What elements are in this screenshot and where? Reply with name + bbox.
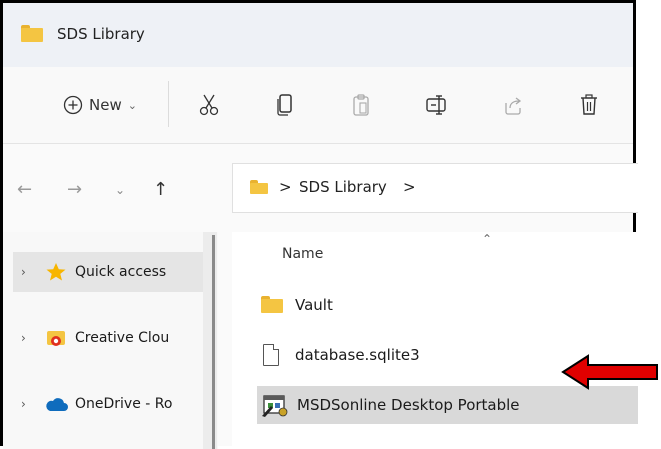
file-name: database.sqlite3	[295, 346, 420, 364]
title-bar: SDS Library	[3, 3, 633, 67]
sort-ascending-icon: ⌃	[482, 232, 493, 246]
new-button-label: New	[89, 96, 122, 114]
file-row-vault[interactable]: Vault	[257, 286, 638, 324]
sidebar-item-quick-access[interactable]: › Quick access	[13, 252, 203, 292]
chevron-right-icon[interactable]: ›	[13, 331, 41, 345]
toolbar-separator	[168, 81, 169, 127]
copy-button[interactable]	[265, 67, 305, 143]
chevron-right-icon[interactable]: ›	[13, 265, 41, 279]
file-name: MSDSonline Desktop Portable	[297, 396, 520, 414]
breadcrumb-separator[interactable]: >	[403, 178, 416, 196]
scissors-icon	[199, 94, 219, 116]
command-bar: New ⌄	[3, 67, 633, 144]
back-arrow-icon[interactable]: ←	[17, 179, 32, 200]
sidebar-item-label: Quick access	[75, 264, 167, 280]
folder-icon	[21, 25, 43, 42]
onedrive-cloud-icon	[46, 398, 68, 411]
plus-circle-icon	[63, 95, 83, 115]
folder-icon	[250, 180, 268, 194]
application-icon	[262, 395, 288, 417]
paste-icon	[353, 94, 369, 116]
delete-button[interactable]	[569, 67, 609, 143]
red-annotation-arrow-icon	[561, 354, 658, 390]
share-icon	[505, 97, 522, 115]
chevron-down-icon: ⌄	[127, 98, 137, 112]
navigation-pane: › Quick access › Creative Clou › OneDriv…	[3, 232, 218, 449]
window-title: SDS Library	[57, 25, 145, 43]
copy-icon	[277, 94, 292, 116]
recent-locations-chevron-icon[interactable]: ⌄	[115, 183, 125, 197]
new-button[interactable]: New ⌄	[39, 67, 161, 143]
chevron-right-icon[interactable]: ›	[13, 397, 41, 411]
breadcrumb-item-sds-library[interactable]: SDS Library	[299, 178, 387, 196]
trash-icon	[581, 94, 597, 115]
document-icon	[257, 344, 285, 366]
explorer-window: SDS Library New ⌄ ← → ⌄ ↑ > SDS Library …	[0, 0, 638, 449]
file-list: Name ⌃ Vault database.sqlite3 MSDSonline…	[232, 232, 638, 449]
sidebar-item-label: Creative Clou	[75, 330, 170, 346]
cut-button[interactable]	[189, 67, 229, 143]
forward-arrow-icon[interactable]: →	[67, 179, 82, 200]
up-arrow-icon[interactable]: ↑	[153, 179, 168, 200]
sidebar-item-label: OneDrive - Ro	[75, 396, 173, 412]
address-bar[interactable]: > SDS Library >	[232, 163, 638, 213]
folder-icon	[257, 294, 285, 316]
rename-icon	[426, 95, 446, 115]
rename-button[interactable]	[417, 67, 457, 143]
file-name: Vault	[295, 296, 333, 314]
star-icon	[46, 263, 66, 281]
column-header-name[interactable]: Name	[282, 246, 323, 262]
sidebar-item-onedrive[interactable]: › OneDrive - Ro	[13, 384, 203, 424]
sidebar-scrollbar-thumb[interactable]	[212, 235, 215, 449]
paste-button[interactable]	[341, 67, 381, 143]
breadcrumb-separator: >	[279, 178, 292, 196]
share-button[interactable]	[493, 67, 533, 143]
sidebar-item-creative-cloud[interactable]: › Creative Clou	[13, 318, 203, 358]
creative-cloud-folder-icon	[47, 331, 65, 346]
